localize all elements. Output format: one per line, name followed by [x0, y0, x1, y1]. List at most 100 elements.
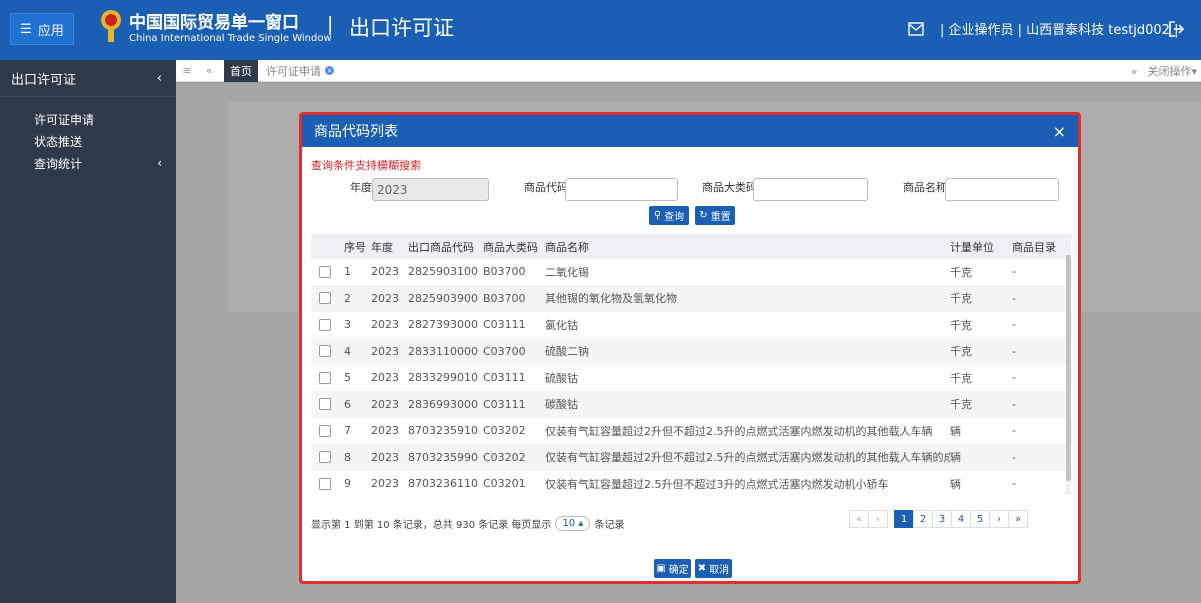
cell-unit: 辆 — [950, 424, 961, 438]
cell-code: 8703235990 — [408, 450, 478, 464]
cell-name: 碳酸钴 — [545, 398, 578, 412]
tab-license-apply[interactable]: 许可证申请 × — [258, 60, 342, 82]
last-page-button[interactable]: » — [1008, 510, 1028, 528]
row-checkbox[interactable] — [318, 424, 331, 437]
table-row[interactable]: 8 2023 8703235990 C03202 仅装有气缸容量超过2升但不超过2.5升… — [311, 444, 1071, 471]
double-left-arrow-icon[interactable]: « — [198, 64, 220, 77]
cell-code: 8703236110 — [408, 477, 478, 491]
table-row[interactable]: 9 2023 8703236110 C03201 仅装有气缸容量超过2.5升但不超过3升… — [311, 471, 1071, 496]
sidebar-item-license-apply[interactable]: 许可证申请 — [0, 109, 176, 129]
next-page-button[interactable]: › — [989, 510, 1009, 528]
cell-name: 二氧化锡 — [545, 265, 589, 279]
mail-icon[interactable] — [908, 22, 924, 36]
row-checkbox[interactable] — [318, 398, 331, 411]
cell-catalog: - — [1012, 424, 1016, 438]
cell-year: 2023 — [371, 450, 399, 464]
sidebar-title: 出口许可证 — [11, 72, 77, 88]
page-button[interactable]: 5 — [970, 510, 990, 528]
table-row[interactable]: 6 2023 2836993000 C03111 碳酸钴 千克 - — [311, 391, 1071, 418]
tab-bar: ≡ « 首页 许可证申请 × » 关闭操作▾ — [176, 59, 1201, 82]
cell-index: 1 — [344, 265, 351, 279]
sidebar-item-query-stats[interactable]: 查询统计 ‹ — [0, 153, 176, 173]
cell-year: 2023 — [371, 318, 399, 332]
row-checkbox[interactable] — [318, 318, 331, 331]
collapse-chevron-icon[interactable]: ‹ — [157, 71, 162, 86]
close-icon: ✖ — [697, 563, 707, 574]
table-header: 序号 年度 出口商品代码 商品大类码 商品名称 计量单位 商品目录 — [311, 234, 1071, 259]
logout-icon[interactable] — [1166, 19, 1186, 39]
cell-name: 硫酸钴 — [545, 371, 578, 385]
row-checkbox[interactable] — [318, 371, 331, 384]
cell-year: 2023 — [371, 397, 399, 411]
first-page-button[interactable]: « — [849, 510, 869, 528]
year-field[interactable] — [372, 178, 489, 201]
row-checkbox[interactable] — [318, 477, 331, 490]
cell-name: 仅装有气缸容量超过2.5升但不超过3升的点燃式活塞内燃发动机小轿车 — [545, 477, 889, 491]
tab-home[interactable]: 首页 — [224, 59, 258, 82]
search-button[interactable]: ⚲ 查询 — [649, 206, 689, 225]
cell-code: 2833299010 — [408, 371, 478, 385]
product-code-input[interactable] — [565, 178, 678, 201]
refresh-icon: ↻ — [699, 210, 708, 221]
product-name-input[interactable] — [945, 178, 1059, 201]
scrollbar-thumb[interactable] — [1066, 255, 1071, 481]
cell-catalog: - — [1012, 291, 1016, 305]
category-code-input[interactable] — [753, 178, 868, 201]
app-menu-button[interactable]: ☰ 应用 — [10, 13, 74, 45]
confirm-button[interactable]: ▣ 确定 — [654, 559, 691, 578]
cell-catalog: - — [1012, 477, 1016, 491]
page-button[interactable]: 4 — [951, 510, 971, 528]
prev-page-button[interactable]: ‹ — [868, 510, 888, 528]
product-table: 序号 年度 出口商品代码 商品大类码 商品名称 计量单位 商品目录 1 2023 2… — [311, 234, 1071, 496]
table-row[interactable]: 4 2023 2833110000 C03700 硫酸二钠 千克 - — [311, 338, 1071, 365]
page-size-select[interactable]: 10 ▴ — [555, 516, 591, 531]
top-bar: ☰ 应用 中国国际贸易单一窗口 China International Trad… — [0, 0, 1201, 60]
cell-unit: 千克 — [950, 318, 972, 332]
cell-catalog: - — [1012, 265, 1016, 279]
cell-index: 4 — [344, 344, 351, 358]
reset-button[interactable]: ↻ 重置 — [695, 206, 735, 225]
close-icon[interactable]: × — [1053, 122, 1066, 141]
double-right-arrow-icon[interactable]: » — [1131, 65, 1138, 78]
table-row[interactable]: 2 2023 2825903900 B03700 其他锡的氧化物及氢氧化物 千克 - — [311, 285, 1071, 312]
page-button[interactable]: 3 — [932, 510, 952, 528]
col-header-year: 年度 — [371, 240, 393, 254]
search-button-label: 查询 — [664, 212, 685, 223]
table-row[interactable]: 3 2023 2827393000 C03111 氯化钴 千克 - — [311, 312, 1071, 339]
table-row[interactable]: 7 2023 8703235910 C03202 仅装有气缸容量超过2升但不超过2.5升… — [311, 418, 1071, 445]
sidebar-header[interactable]: 出口许可证 ‹ — [0, 60, 176, 97]
hamburger-icon[interactable]: ≡ — [176, 64, 198, 77]
pagination: « ‹ 1 2 3 4 5 › » — [849, 510, 1028, 528]
cell-name: 硫酸二钠 — [545, 345, 589, 359]
pagination-info: 显示第 1 到第 10 条记录，总共 930 条记录 每页显示 10 ▴ 条记录 — [311, 516, 624, 531]
col-header-name: 商品名称 — [545, 240, 589, 254]
cancel-button[interactable]: ✖ 取消 — [695, 559, 732, 578]
cell-index: 7 — [344, 424, 351, 438]
page-button[interactable]: 1 — [894, 510, 914, 528]
row-checkbox[interactable] — [318, 345, 331, 358]
table-row[interactable]: 5 2023 2833299010 C03111 硫酸钴 千克 - — [311, 365, 1071, 392]
row-checkbox[interactable] — [318, 451, 331, 464]
table-body: 1 2023 2825903100 B03700 二氧化锡 千克 -2 2023 2825903… — [311, 259, 1071, 496]
row-checkbox[interactable] — [318, 292, 331, 305]
cell-name: 仅装有气缸容量超过2升但不超过2.5升的点燃式活塞内燃发动机的其他载人车辆的成套… — [545, 451, 950, 465]
cell-category: C03201 — [483, 477, 526, 491]
table-row[interactable]: 1 2023 2825903100 B03700 二氧化锡 千克 - — [311, 259, 1071, 286]
cell-category: B03700 — [483, 291, 526, 305]
cell-year: 2023 — [371, 344, 399, 358]
close-operations-menu[interactable]: 关闭操作▾ — [1147, 63, 1197, 79]
cell-unit: 千克 — [950, 398, 972, 412]
chevron-left-icon: ‹ — [157, 156, 162, 170]
cell-unit: 千克 — [950, 345, 972, 359]
search-icon: ⚲ — [653, 210, 662, 221]
cell-category: C03202 — [483, 450, 526, 464]
tab-close-icon[interactable]: × — [325, 66, 334, 75]
row-checkbox[interactable] — [318, 265, 331, 278]
product-name-label: 商品名称 — [903, 181, 947, 194]
sidebar-item-status-push[interactable]: 状态推送 — [0, 131, 176, 151]
title-separator: | — [327, 13, 334, 35]
modal-title: 商品代码列表 — [314, 124, 398, 140]
page-button[interactable]: 2 — [913, 510, 933, 528]
product-code-modal: 商品代码列表 × 查询条件支持模糊搜索 年度 商品代码 商品大类码 商品名称 ⚲… — [299, 112, 1081, 584]
cell-unit: 辆 — [950, 451, 961, 465]
